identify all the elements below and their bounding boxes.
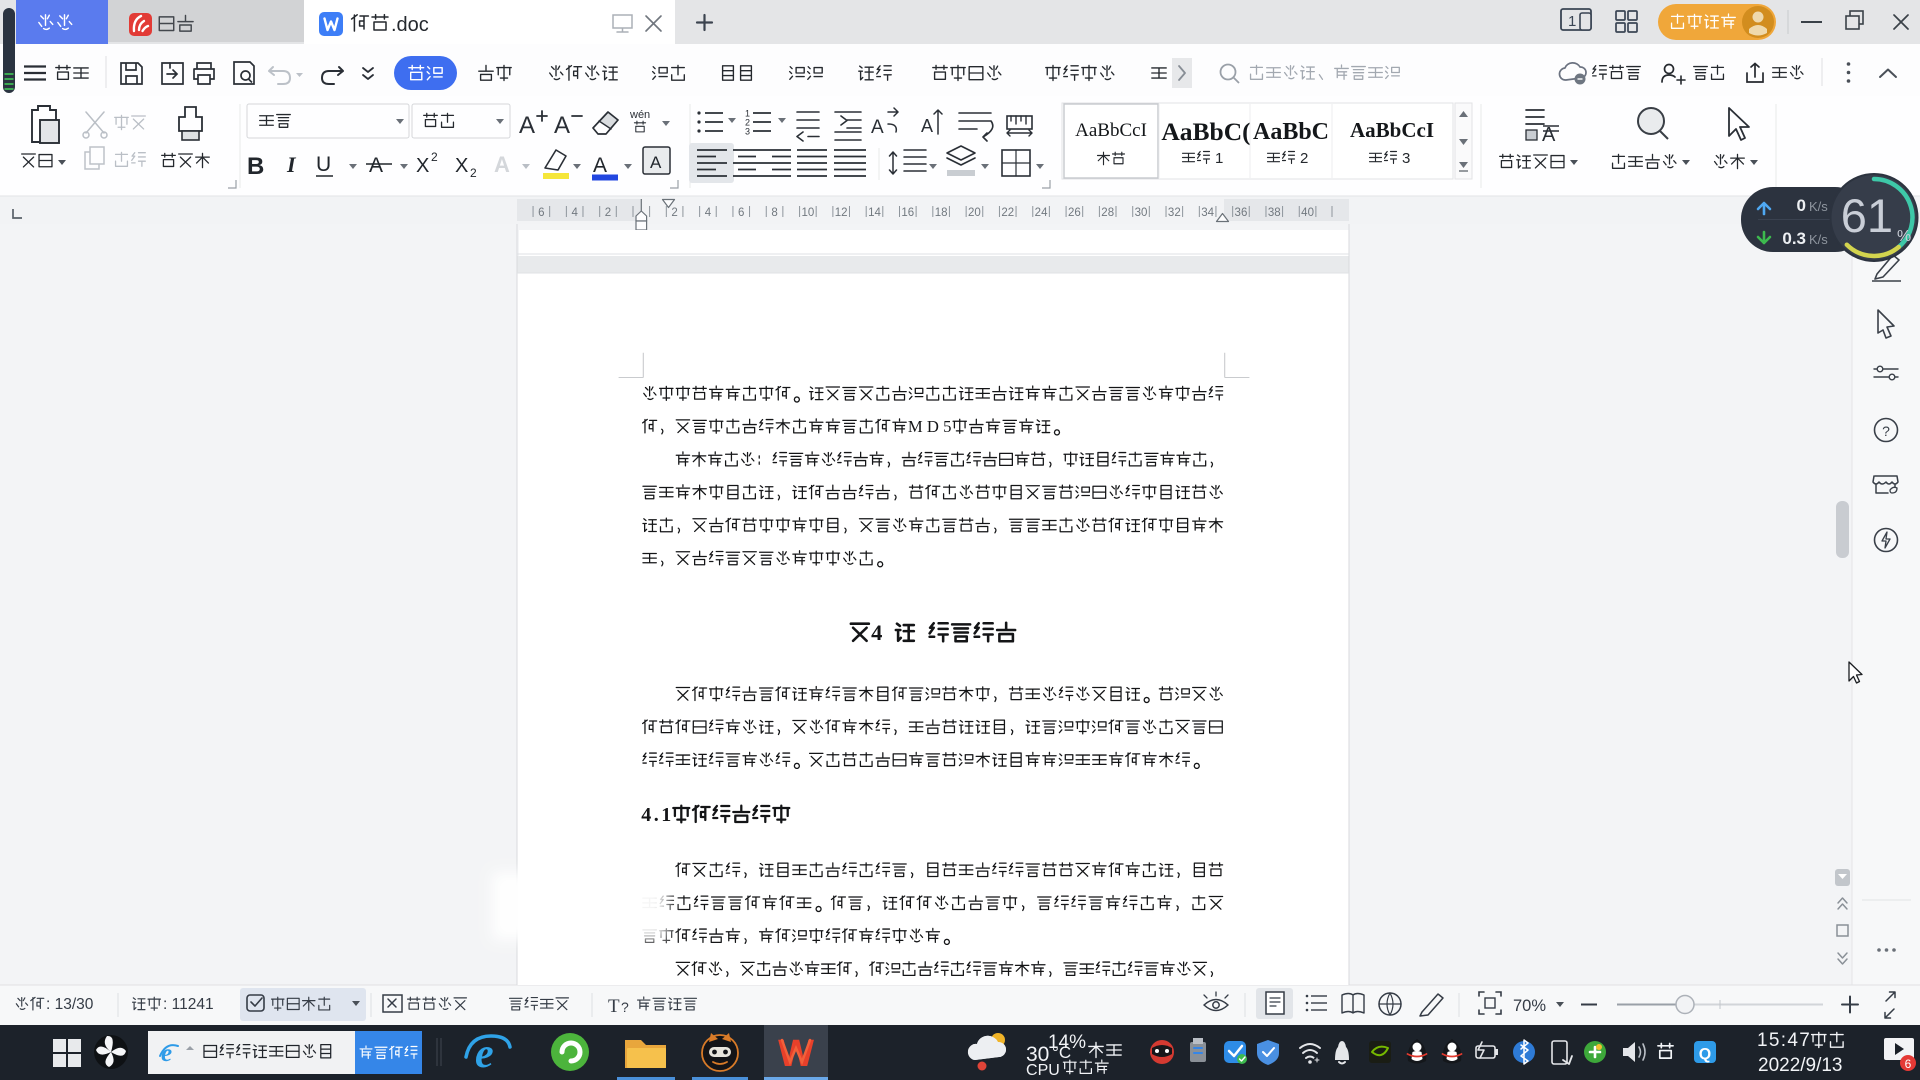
svg-text:U: U — [316, 153, 331, 176]
svg-text:Q: Q — [1699, 1046, 1711, 1063]
svg-text:61: 61 — [1841, 189, 1893, 242]
svg-text:2: 2 — [1300, 150, 1308, 167]
svg-text:A: A — [871, 117, 884, 138]
svg-text:CPU: CPU — [1026, 1062, 1060, 1079]
svg-text:AaBbC: AaBbC — [1253, 119, 1329, 145]
svg-text:A: A — [921, 116, 933, 136]
svg-text:X: X — [416, 155, 429, 177]
svg-text:3: 3 — [1402, 150, 1410, 167]
svg-text:%: % — [1897, 228, 1911, 245]
svg-text:A: A — [650, 153, 662, 172]
svg-text:A: A — [369, 154, 383, 177]
svg-text:3: 3 — [745, 127, 750, 137]
svg-text:A: A — [494, 152, 510, 177]
svg-text:B: B — [247, 153, 264, 180]
svg-text:A: A — [593, 154, 607, 177]
svg-text:12: 12 — [835, 207, 848, 219]
svg-text:8: 8 — [771, 207, 777, 219]
svg-text:°C: °C — [1052, 1043, 1071, 1062]
svg-text:40: 40 — [1301, 207, 1314, 219]
svg-text:: 13/30: : 13/30 — [46, 996, 94, 1013]
svg-text:W: W — [778, 1033, 814, 1075]
svg-text:0: 0 — [1797, 196, 1806, 215]
svg-text:2: 2 — [671, 207, 677, 219]
svg-text:?: ? — [1882, 423, 1890, 439]
svg-text:AaBbCcI: AaBbCcI — [1350, 118, 1434, 142]
svg-text:24: 24 — [1035, 207, 1048, 219]
svg-text:2022/9/13: 2022/9/13 — [1758, 1055, 1843, 1076]
svg-text:I: I — [286, 152, 297, 177]
svg-text:e: e — [161, 1040, 172, 1067]
svg-text:MD5: MD5 — [908, 417, 952, 436]
svg-text:4: 4 — [871, 620, 882, 645]
svg-text:T: T — [608, 996, 620, 1017]
svg-text:wén: wén — [629, 109, 650, 121]
svg-text:2: 2 — [605, 207, 611, 219]
svg-text:15:47: 15:47 — [1757, 1030, 1810, 1051]
svg-text:1: 1 — [1215, 150, 1223, 167]
svg-text:A: A — [519, 112, 535, 139]
svg-text:6: 6 — [538, 207, 544, 219]
svg-text:K/s: K/s — [1809, 199, 1828, 214]
svg-text:28: 28 — [1101, 207, 1114, 219]
svg-text:X: X — [455, 155, 468, 177]
svg-text:14: 14 — [868, 207, 881, 219]
svg-text:4: 4 — [705, 207, 712, 219]
svg-text:A: A — [1542, 124, 1556, 146]
svg-text:22: 22 — [1001, 207, 1014, 219]
svg-text:38: 38 — [1268, 207, 1281, 219]
svg-text:4: 4 — [571, 207, 578, 219]
svg-text:AaBbC(: AaBbC( — [1161, 117, 1250, 146]
svg-text:0.3: 0.3 — [1782, 229, 1806, 248]
svg-text:1: 1 — [1568, 13, 1576, 30]
svg-text:20: 20 — [968, 207, 981, 219]
svg-text:70%: 70% — [1513, 997, 1546, 1015]
svg-text:6: 6 — [1905, 1057, 1912, 1071]
svg-text:2: 2 — [470, 166, 477, 180]
svg-text:4.1: 4.1 — [641, 804, 671, 826]
svg-text:16: 16 — [901, 207, 914, 219]
svg-text:.doc: .doc — [391, 14, 429, 36]
svg-text:36: 36 — [1235, 207, 1248, 219]
svg-text:10: 10 — [801, 207, 814, 219]
svg-text:: 11241: : 11241 — [163, 996, 214, 1013]
svg-text:6: 6 — [738, 207, 744, 219]
svg-text:34: 34 — [1201, 207, 1214, 219]
svg-text:32: 32 — [1168, 207, 1181, 219]
svg-text:26: 26 — [1068, 207, 1081, 219]
svg-text:2: 2 — [431, 150, 438, 164]
svg-text:A: A — [554, 112, 570, 139]
svg-text:30: 30 — [1135, 207, 1148, 219]
svg-text:AaBbCcI: AaBbCcI — [1075, 120, 1147, 141]
svg-text:K/s: K/s — [1809, 232, 1828, 247]
svg-text:18: 18 — [935, 207, 948, 219]
svg-text:?: ? — [621, 999, 629, 1015]
